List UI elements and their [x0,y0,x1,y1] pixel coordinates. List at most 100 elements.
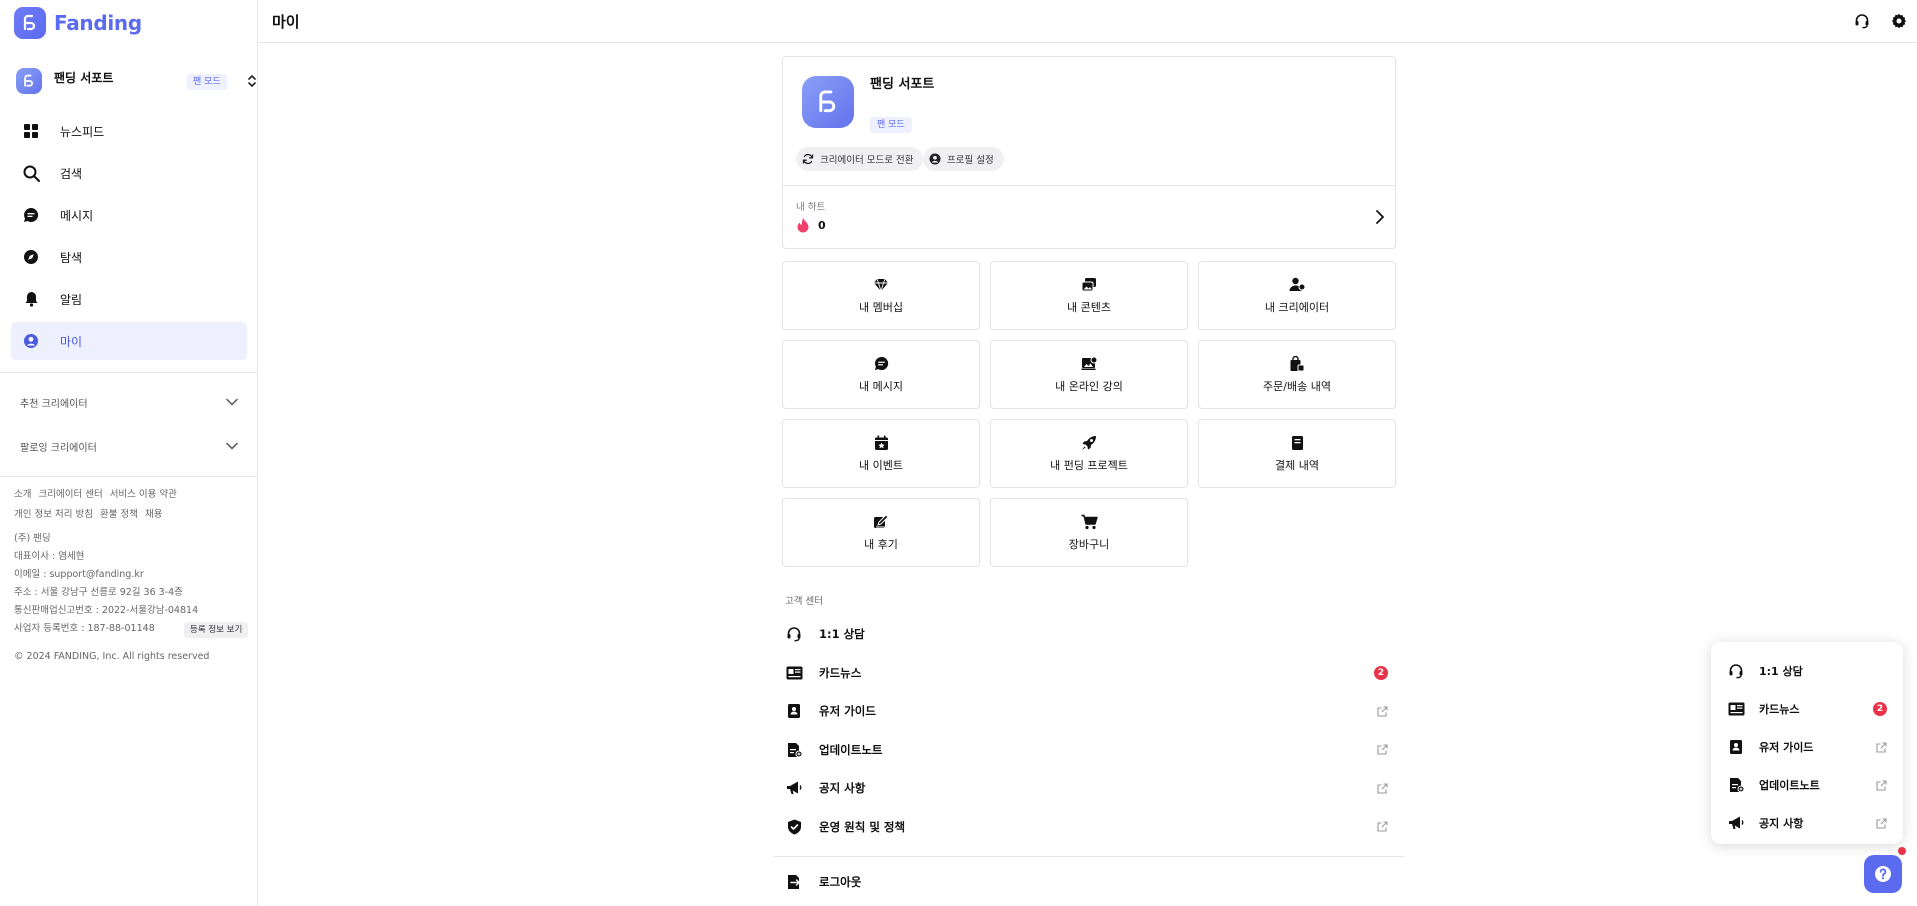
images-icon [1080,277,1098,293]
sidebar-item-newsfeed[interactable]: 뉴스피드 [11,112,247,150]
help-item-label: 공지 사항 [1759,817,1804,830]
external-link-icon [1377,706,1388,717]
help-button[interactable] [1864,855,1902,893]
top-header: 마이 [258,0,1917,43]
tile-my-online-lecture[interactable]: 내 온라인 강의 [990,340,1188,409]
search-icon [22,164,40,182]
heart-balance[interactable]: 0 [796,217,826,233]
list-item-label: 업데이트노트 [819,742,883,757]
review-icon [872,513,890,530]
profile-settings-label: 프로필 설정 [947,155,994,166]
tile-my-event[interactable]: 내 이벤트 [782,419,980,488]
link-creator-center[interactable]: 크리에이터 센터 [38,489,102,500]
profile-settings-button[interactable]: 프로필 설정 [923,147,1004,171]
chevron-right-icon[interactable] [1375,209,1385,225]
link-about[interactable]: 소개 [14,489,31,500]
chevron-updown-icon[interactable] [245,72,259,90]
divider [0,372,258,373]
compass-icon [22,248,40,266]
tile-cart[interactable]: 장바구니 [990,498,1188,567]
notification-badge: 2 [1374,665,1388,680]
external-link-icon [1377,821,1388,832]
link-careers[interactable]: 채용 [145,509,162,520]
company-ceo: 대표이사 : 염세현 [14,551,85,562]
section-label: 추천 크리에이터 [20,398,88,410]
tile-my-message[interactable]: 내 메시지 [782,340,980,409]
tile-my-membership[interactable]: 내 멤버십 [782,261,980,330]
help-item-update-note[interactable]: 업데이트노트 [1727,766,1887,804]
sidebar-item-my[interactable]: 마이 [11,322,247,360]
external-link-icon [1377,744,1388,755]
company-address: 주소 : 서울 강남구 선릉로 92길 36 3-4층 [14,587,183,598]
help-item-consultation[interactable]: 1:1 상담 [1727,652,1887,690]
tile-label: 내 멤버십 [859,300,903,314]
diamond-icon [872,277,890,293]
list-item-user-guide[interactable]: 유저 가이드 [782,692,1396,731]
grid-icon [22,122,40,140]
avatar [16,68,42,94]
fanding-logo[interactable]: Fanding [14,7,142,39]
tile-my-creator[interactable]: 내 크리에이터 [1198,261,1396,330]
cart-icon [1080,514,1098,530]
flame-icon [797,217,809,233]
tile-label: 주문/배송 내역 [1263,379,1331,393]
megaphone-icon [1727,814,1745,832]
tile-payment-history[interactable]: 결제 내역 [1198,419,1396,488]
notification-badge: 2 [1873,702,1887,716]
mode-badge: 팬 모드 [870,117,912,133]
help-item-notice[interactable]: 공지 사항 [1727,804,1887,842]
sidebar-item-explore[interactable]: 탐색 [11,238,247,276]
link-terms[interactable]: 서비스 이용 약관 [110,489,177,500]
tile-my-review[interactable]: 내 후기 [782,498,980,567]
section-following-creators[interactable]: 팔로잉 크리에이터 [20,436,238,456]
chevron-down-icon [226,442,238,450]
tile-label: 내 온라인 강의 [1055,379,1123,393]
help-item-label: 카드뉴스 [1759,703,1800,716]
sidebar-item-label: 마이 [60,334,83,349]
sidebar-item-message[interactable]: 메시지 [11,196,247,234]
help-item-card-news[interactable]: 카드뉴스 2 [1727,690,1887,728]
sidebar-item-label: 알림 [60,292,83,307]
profile-switcher[interactable]: 팬딩 서포트 팬 모드 [16,68,256,94]
chevron-down-icon [226,398,238,406]
help-item-label: 1:1 상담 [1759,665,1803,678]
sidebar-item-notification[interactable]: 알림 [11,280,247,318]
tile-my-content[interactable]: 내 콘텐츠 [990,261,1188,330]
heart-count: 0 [818,218,826,232]
company-name: (주) 팬딩 [14,533,51,544]
sidebar-item-search[interactable]: 검색 [11,154,247,192]
list-item-update-note[interactable]: 업데이트노트 [782,731,1396,770]
user-circle-icon [929,153,941,165]
mode-badge: 팬 모드 [187,74,227,90]
card-news-icon [785,664,803,682]
update-note-icon [785,741,803,759]
external-link-icon [1876,779,1887,791]
company-email: 이메일 : support@fanding.kr [14,569,144,580]
list-item-card-news[interactable]: 카드뉴스 2 [782,654,1396,693]
list-item-notice[interactable]: 공지 사항 [782,769,1396,808]
registration-info-button[interactable]: 등록 정보 보기 [184,622,249,638]
section-recommended-creators[interactable]: 추천 크리에이터 [20,392,238,412]
sidebar-item-label: 뉴스피드 [60,124,105,139]
tile-label: 결제 내역 [1275,458,1319,472]
gear-icon[interactable] [1890,12,1908,30]
link-privacy[interactable]: 개인 정보 처리 방침 [14,509,93,520]
megaphone-icon [785,779,803,797]
sidebar-item-label: 검색 [60,166,83,181]
switch-creator-mode-button[interactable]: 크리에이터 모드로 전환 [796,147,924,171]
chat-icon [872,356,890,372]
link-refund[interactable]: 환불 정책 [100,509,138,520]
rocket-icon [1080,435,1098,451]
logout-button[interactable]: 로그아웃 [782,857,1396,906]
tile-orders-shipping[interactable]: 주문/배송 내역 [1198,340,1396,409]
help-item-user-guide[interactable]: 유저 가이드 [1727,728,1887,766]
list-item-policy[interactable]: 운영 원칙 및 정책 [782,808,1396,847]
help-item-label: 업데이트노트 [1759,779,1820,792]
tile-my-funding-project[interactable]: 내 펀딩 프로젝트 [990,419,1188,488]
list-item-consultation[interactable]: 1:1 상담 [782,615,1396,654]
headset-icon[interactable] [1853,12,1871,30]
sidebar-item-label: 메시지 [60,208,94,223]
tile-label: 내 펀딩 프로젝트 [1050,458,1128,472]
user-circle-icon [22,332,40,350]
question-icon [1875,866,1891,882]
